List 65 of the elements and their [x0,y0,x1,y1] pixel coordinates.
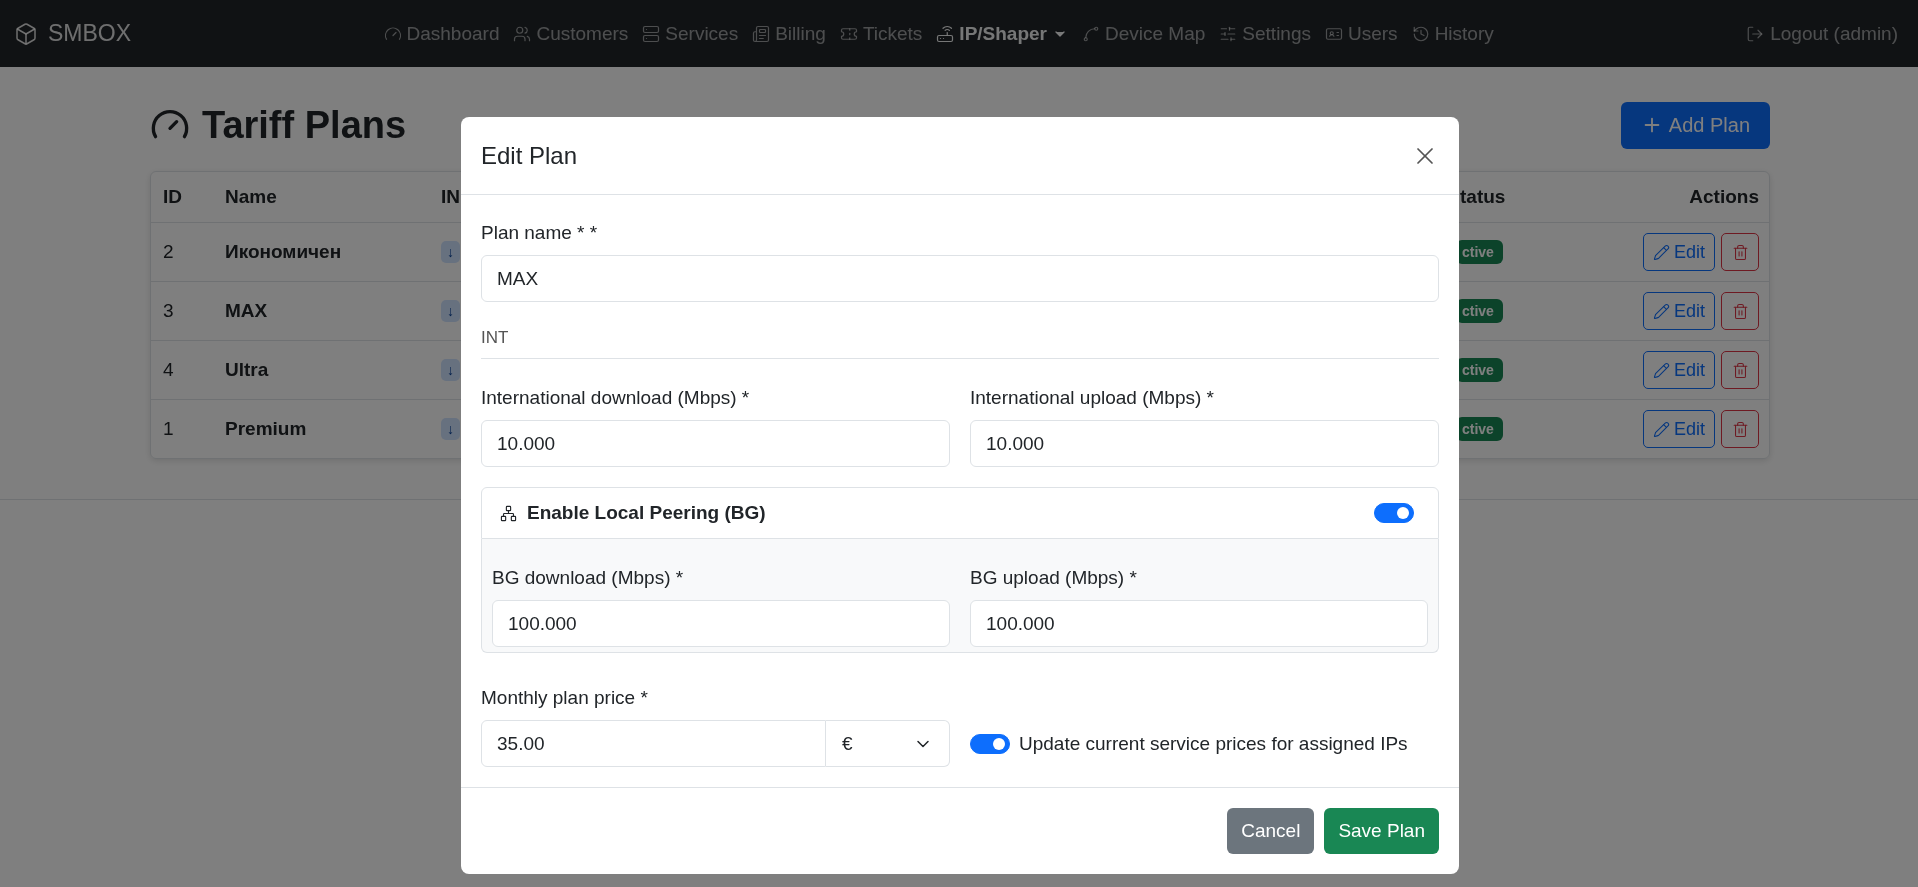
switch-label: Update current service prices for assigned IPs [1019,732,1408,755]
speed-badge: ↓ [441,300,460,322]
table-cell-text: 2 [162,241,175,263]
delete-button[interactable] [1721,351,1759,389]
status-badge: ctive [1456,358,1503,382]
field-label: BG upload (Mbps) * [970,567,1138,589]
edit-button[interactable]: Edit [1642,292,1715,330]
cube-icon [14,21,38,46]
add-plan-button[interactable]: Add Plan [1620,101,1770,149]
delete-button[interactable] [1721,292,1759,330]
status-badge: ctive [1456,240,1503,264]
table-cell-text: Икономичен [225,241,343,263]
router-icon [936,24,955,43]
table-cell-text: Ultra [225,359,270,381]
speed-badge: ↓ [441,359,460,381]
save-button[interactable]: Save Plan [1324,808,1439,854]
status-badge: ctive [1456,417,1503,441]
edit-button[interactable]: Edit [1642,410,1715,448]
column-header: IN [441,186,461,208]
table-cell-text: Premium [225,418,308,440]
cancel-button[interactable]: Cancel [1227,808,1315,854]
speed-field[interactable]: 100.000 [492,600,950,647]
nav-link[interactable]: IP/Shaper [929,22,1075,45]
pencil-icon [1652,361,1670,379]
table-cell-text: 1 [162,418,175,440]
speed-field[interactable]: 100.000 [970,600,1428,647]
trash-icon [1731,302,1749,320]
column-header: Name [225,186,278,208]
field-label: Plan name * * [481,222,599,244]
trash-icon [1731,243,1749,261]
edit-button[interactable]: Edit [1642,351,1715,389]
speed-badge: ↓ [441,418,460,440]
pencil-icon [1652,302,1670,320]
trash-icon [1731,361,1749,379]
pencil-icon [1652,420,1670,438]
section-heading: INT [481,328,1439,359]
status-badge: ctive [1456,299,1503,323]
edit-button[interactable]: Edit [1642,233,1715,271]
delete-button[interactable] [1721,233,1759,271]
pencil-icon [1652,243,1670,261]
table-cell-text: MAX [225,300,269,322]
field-label: International download (Mbps) * [481,387,751,409]
trash-icon [1731,420,1749,438]
toggle-switch[interactable] [1374,503,1414,523]
table-cell-text: 4 [162,359,175,381]
field-label: BG download (Mbps) * [492,567,685,589]
speed-field[interactable]: 10.000 [970,420,1439,467]
plan-name-field[interactable]: MAX [481,255,1439,302]
toggle-switch[interactable] [970,733,1010,754]
speed-field[interactable]: 10.000 [481,420,950,467]
column-header: Actions [1688,186,1760,208]
peering-label: Enable Local Peering (BG) [527,502,766,524]
table-cell-text: 3 [162,300,175,322]
dialog-title: Edit Plan [481,141,578,170]
page-title: Tariff Plans [202,103,407,147]
brand-link[interactable]: SMBOX [14,20,132,47]
column-header: ID [162,186,183,208]
column-header: tatus [1459,186,1507,208]
currency-select[interactable]: € [826,720,950,767]
delete-button[interactable] [1721,410,1759,448]
price-field[interactable]: 35.00 [481,720,826,767]
network-icon [500,504,517,522]
field-label: Monthly plan price * [481,687,649,709]
speed-badge: ↓ [441,241,460,263]
field-label: International upload (Mbps) * [970,387,1215,409]
